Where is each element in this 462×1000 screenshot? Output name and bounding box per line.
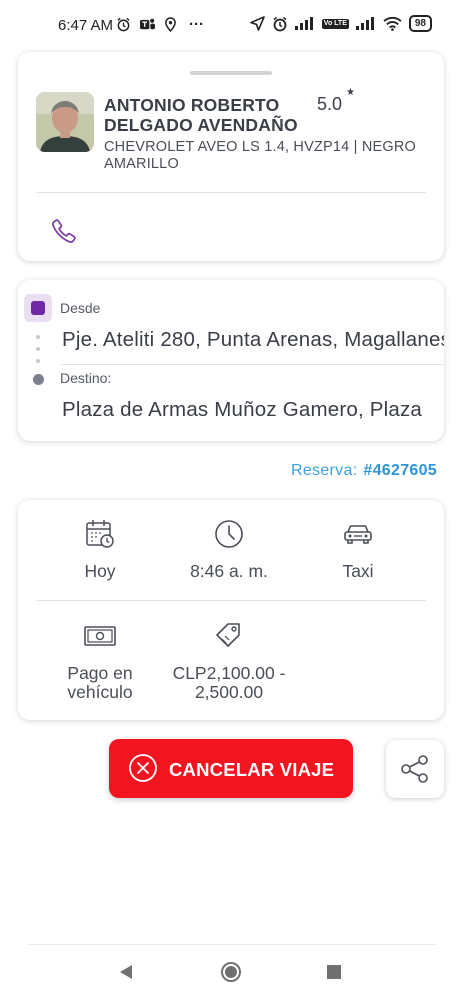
call-driver-button[interactable] [51, 218, 79, 246]
reservation-label: Reserva: [290, 462, 358, 479]
origin-address[interactable]: Pje. Ateliti 280, Punta Arenas, Magallan… [62, 328, 444, 352]
origin-marker-icon [24, 294, 52, 322]
share-icon [401, 755, 428, 783]
driver-rating: 5.0 [317, 94, 343, 114]
system-navigation-bar [0, 952, 462, 992]
signal-icon [355, 17, 374, 30]
nav-divider [28, 944, 436, 945]
battery-indicator: 98 [408, 15, 432, 32]
share-trip-button[interactable] [386, 740, 444, 798]
route-dot [36, 335, 40, 339]
status-time: 6:47 AM [58, 17, 114, 34]
teams-icon [140, 18, 155, 30]
status-left-icons: ··· [116, 16, 204, 33]
route-divider [60, 364, 444, 365]
route-dot [36, 359, 40, 363]
payment-method-value: Pago en vehículo [67, 663, 133, 702]
details-divider [36, 600, 426, 601]
card-divider [36, 192, 426, 193]
trip-date: Hoy [30, 518, 170, 581]
navigation-arrow-icon [249, 16, 265, 31]
route-card: Desde Pje. Ateliti 280, Punta Arenas, Ma… [18, 280, 444, 441]
clock-icon [215, 520, 243, 548]
status-right-icons: Vo LTE 98 [249, 15, 432, 32]
route-dot [36, 347, 40, 351]
driver-card: ANTONIO ROBERTO DELGADO AVENDAÑO 5.0 ★ C… [18, 52, 444, 261]
more-notifications-icon: ··· [189, 16, 204, 33]
back-icon[interactable] [119, 964, 133, 980]
recent-apps-icon[interactable] [327, 965, 341, 979]
close-circle-icon [129, 754, 157, 782]
service-type-value: Taxi [342, 561, 374, 581]
calendar-clock-icon [86, 520, 114, 548]
vehicle-info: CHEVROLET AVEO LS 1.4, HVZP14 | NEGRO AM… [104, 139, 417, 172]
driver-avatar [36, 92, 94, 152]
home-icon[interactable] [220, 961, 242, 983]
reservation-row: Reserva: #4627605 [291, 462, 437, 480]
destination-label: Destino: [60, 370, 112, 386]
trip-details-card: Hoy 8:46 a. m. Taxi Pago en vehículo CLP… [18, 500, 444, 720]
alarm-icon [117, 17, 130, 32]
drag-handle[interactable] [190, 71, 272, 75]
price-tag-icon [216, 623, 240, 647]
payment-method: Pago en vehículo [30, 620, 170, 702]
trip-time: 8:46 a. m. [159, 518, 299, 581]
driver-name: ANTONIO ROBERTO DELGADO AVENDAÑO [104, 95, 298, 135]
fare-estimate: CLP2,100.00 - 2,500.00 [159, 620, 299, 702]
taxi-car-icon [344, 525, 372, 544]
location-pin-icon [165, 17, 176, 32]
service-type: Taxi [288, 518, 428, 581]
cancel-trip-button[interactable]: CANCELAR VIAJE [109, 739, 353, 798]
trip-date-value: Hoy [84, 561, 116, 581]
volte-badge: Vo LTE [321, 18, 349, 29]
cancel-trip-label: CANCELAR VIAJE [169, 759, 335, 780]
destination-address[interactable]: Plaza de Armas Muñoz Gamero, Plaza [62, 398, 422, 422]
cash-icon [84, 626, 116, 646]
trip-time-value: 8:46 a. m. [190, 561, 268, 581]
signal-icon [294, 17, 313, 30]
fare-estimate-value: CLP2,100.00 - 2,500.00 [172, 663, 286, 702]
destination-marker-icon [33, 374, 44, 385]
phone-icon [52, 219, 76, 243]
reservation-number[interactable]: #4627605 [363, 462, 437, 479]
rating-star-icon: ★ [346, 87, 355, 98]
wifi-icon [383, 16, 402, 31]
origin-label: Desde [60, 300, 101, 316]
alarm-icon [273, 16, 287, 31]
status-bar: 6:47 AM ··· Vo LTE 98 [0, 0, 462, 52]
